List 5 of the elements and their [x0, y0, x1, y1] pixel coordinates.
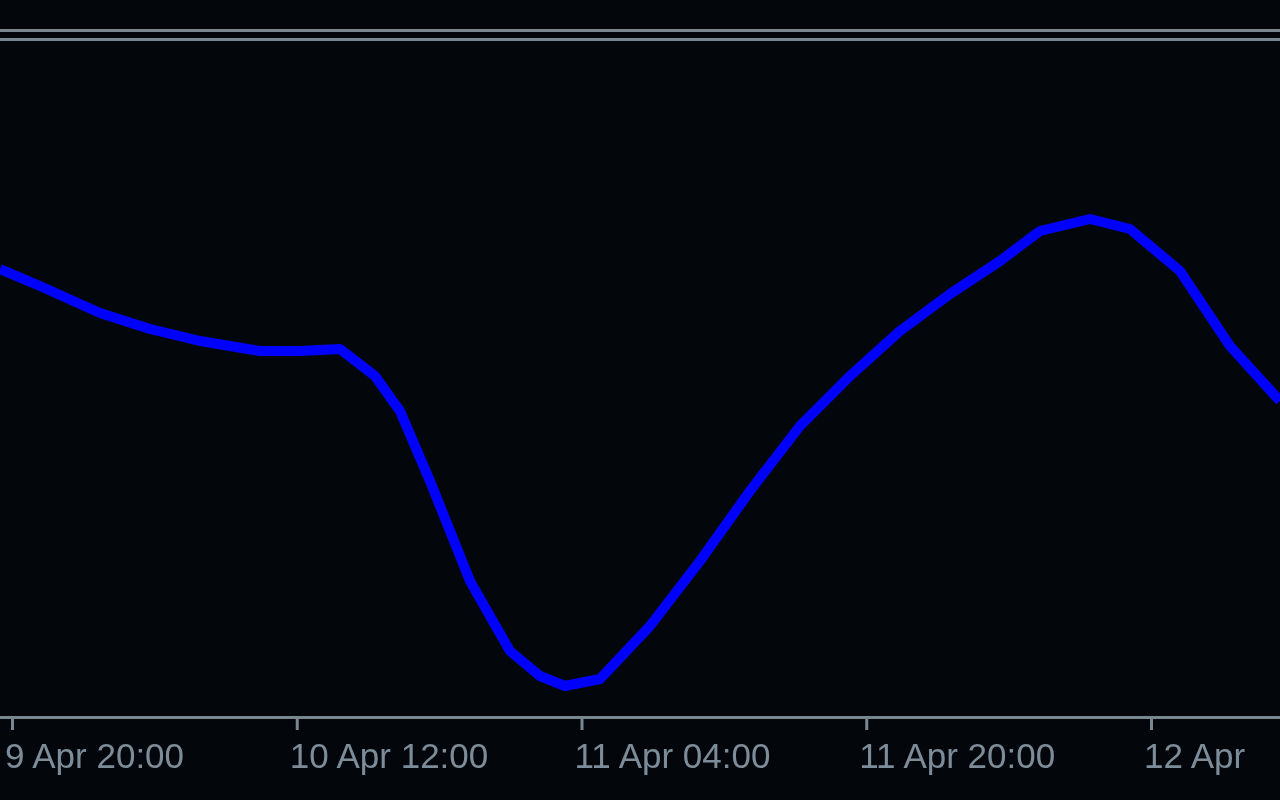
axis-label: 12 Apr	[1144, 736, 1247, 776]
axis-label: 10 Apr 12:00	[289, 736, 490, 776]
axis-label: 9 Apr 20:00	[5, 736, 186, 776]
axis-label: 11 Apr 20:00	[859, 736, 1057, 776]
axis-label: 11 Apr 04:00	[574, 736, 772, 776]
